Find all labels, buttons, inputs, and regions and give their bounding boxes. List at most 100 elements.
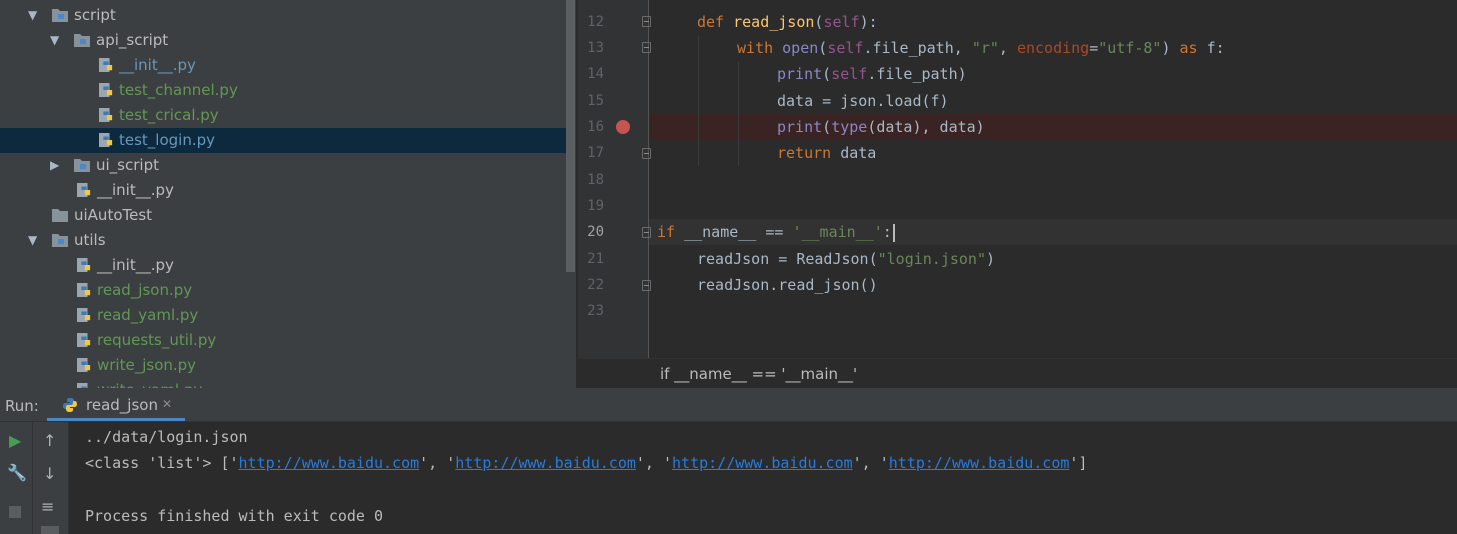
tree-item-label: test_login.py [119, 131, 216, 149]
code-line-15: data = json.load(f) [777, 92, 949, 110]
python-file-icon [99, 58, 113, 72]
gutter-divider [648, 0, 649, 358]
breadcrumb-item[interactable]: if __name__ == '__main__' [660, 365, 857, 383]
fold-marker-icon[interactable] [642, 148, 651, 159]
line-number: 21 [587, 251, 604, 267]
python-file-icon [77, 258, 91, 272]
tree-item-label: write_yaml.py [97, 378, 202, 388]
tree-item-label: test_crical.py [119, 106, 219, 124]
tree-item-label: utils [74, 231, 106, 249]
tree-item-init-api[interactable]: __init__.py [0, 53, 566, 78]
line-number: 23 [587, 303, 604, 319]
chevron-down-icon[interactable]: ▼ [28, 3, 40, 28]
fold-marker-icon[interactable] [642, 280, 651, 291]
tree-scrollbar[interactable] [566, 0, 575, 272]
tree-item-init-utils[interactable]: __init__.py [0, 253, 566, 278]
code-editor[interactable]: 11 12 13 14 15 16 17 18 19 20 21 22 23 d… [578, 0, 1457, 358]
line-number: 11 [578, 0, 604, 9]
tree-item-ui-script[interactable]: ▶ ui_script [0, 153, 566, 178]
fold-marker-icon[interactable] [642, 42, 651, 53]
text-caret [892, 223, 895, 242]
tree-item-label: test_channel.py [119, 81, 238, 99]
close-icon[interactable]: ✕ [162, 397, 172, 411]
run-toolbar-secondary: ↑ ↓ ≡ [33, 422, 69, 534]
url-link[interactable]: http://www.baidu.com [239, 454, 420, 472]
chevron-down-icon[interactable]: ▼ [50, 28, 62, 53]
line-number: 16 [587, 119, 604, 135]
folder-icon [52, 234, 68, 247]
line-number: 20 [587, 224, 604, 240]
run-tab-read-json[interactable]: read_json ✕ [47, 388, 185, 421]
arrow-down-icon[interactable]: ↓ [43, 465, 56, 483]
tree-item-script[interactable]: ▼ script [0, 3, 566, 28]
tree-item-label: requests_util.py [97, 331, 217, 349]
tree-item-write-json[interactable]: write_json.py [0, 353, 566, 378]
rerun-icon[interactable]: ▶ [9, 432, 21, 450]
python-file-icon [99, 108, 113, 122]
python-file-icon [99, 133, 113, 147]
fold-marker-icon[interactable] [642, 16, 651, 27]
breakpoint-icon[interactable] [616, 120, 630, 134]
url-link[interactable]: http://www.baidu.com [672, 454, 853, 472]
arrow-up-icon[interactable]: ↑ [43, 432, 56, 450]
line-number: 19 [587, 198, 604, 214]
fold-marker-icon[interactable] [642, 227, 651, 238]
python-file-icon [77, 283, 91, 297]
wrench-icon[interactable]: 🔧 [7, 464, 27, 482]
soft-wrap-icon[interactable]: ≡ [41, 498, 54, 516]
tree-item-label: script [74, 6, 116, 24]
run-tab-label: read_json [86, 396, 158, 414]
tree-item-read-yaml[interactable]: read_yaml.py [0, 303, 566, 328]
chevron-right-icon[interactable]: ▶ [50, 153, 62, 178]
python-icon [63, 398, 77, 412]
project-tree: ▼ script ▼ api_script __init__.py test_c… [0, 0, 576, 388]
folder-icon [52, 209, 68, 222]
tree-item-label: write_json.py [97, 356, 197, 374]
stop-icon[interactable] [9, 506, 21, 518]
tree-item-uiautotest[interactable]: uiAutoTest [0, 203, 566, 228]
chevron-down-icon[interactable]: ▼ [28, 228, 40, 253]
url-link[interactable]: http://www.baidu.com [889, 454, 1070, 472]
tree-item-test-crical[interactable]: test_crical.py [0, 103, 566, 128]
console-line: Process finished with exit code 0 [85, 507, 384, 525]
scroll-to-end-icon[interactable] [41, 526, 59, 534]
tree-item-init-script[interactable]: __init__.py [0, 178, 566, 203]
line-number: 13 [587, 40, 604, 56]
line-number: 15 [587, 93, 604, 109]
code-line-12: def read_json(self): [697, 13, 878, 31]
folder-icon [74, 159, 90, 172]
line-number: 12 [587, 14, 604, 30]
line-number: 14 [587, 66, 604, 82]
tree-item-utils[interactable]: ▼ utils [0, 228, 566, 253]
tree-item-write-yaml[interactable]: write_yaml.py [0, 378, 566, 388]
line-number: 17 [587, 145, 604, 161]
tree-item-label: __init__.py [97, 256, 174, 274]
url-link[interactable]: http://www.baidu.com [455, 454, 636, 472]
tree-item-label: uiAutoTest [74, 206, 153, 224]
console-output[interactable]: ../data/login.json <class 'list'> ['http… [69, 422, 1457, 534]
tree-item-label: api_script [96, 31, 169, 49]
breadcrumb[interactable]: if __name__ == '__main__' [578, 358, 1457, 388]
code-line-16: print(type(data), data) [777, 118, 985, 136]
python-file-icon [77, 333, 91, 347]
python-file-icon [77, 308, 91, 322]
tree-item-label: ui_script [96, 156, 159, 174]
tree-item-test-login[interactable]: test_login.py [0, 128, 566, 153]
python-file-icon [77, 183, 91, 197]
run-label: Run: [5, 397, 39, 415]
tree-item-api-script[interactable]: ▼ api_script [0, 28, 566, 53]
code-line-20: if __name__ == '__main__': [657, 219, 1457, 245]
code-line-22: readJson.read_json() [697, 276, 878, 294]
folder-icon [74, 34, 90, 47]
console-line: ../data/login.json [85, 428, 248, 446]
code-line-21: readJson = ReadJson("login.json") [697, 250, 996, 268]
run-toolbar-primary: ▶ 🔧 [0, 422, 33, 534]
python-file-icon [99, 83, 113, 97]
tree-item-test-channel[interactable]: test_channel.py [0, 78, 566, 103]
tree-item-requests-util[interactable]: requests_util.py [0, 328, 566, 353]
run-toolwindow-header: Run: read_json ✕ [0, 388, 1457, 422]
tree-item-label: __init__.py [119, 56, 196, 74]
console-line: <class 'list'> ['http://www.baidu.com', … [85, 454, 1088, 472]
code-line-14: print(self.file_path) [777, 65, 967, 83]
tree-item-read-json[interactable]: read_json.py [0, 278, 566, 303]
